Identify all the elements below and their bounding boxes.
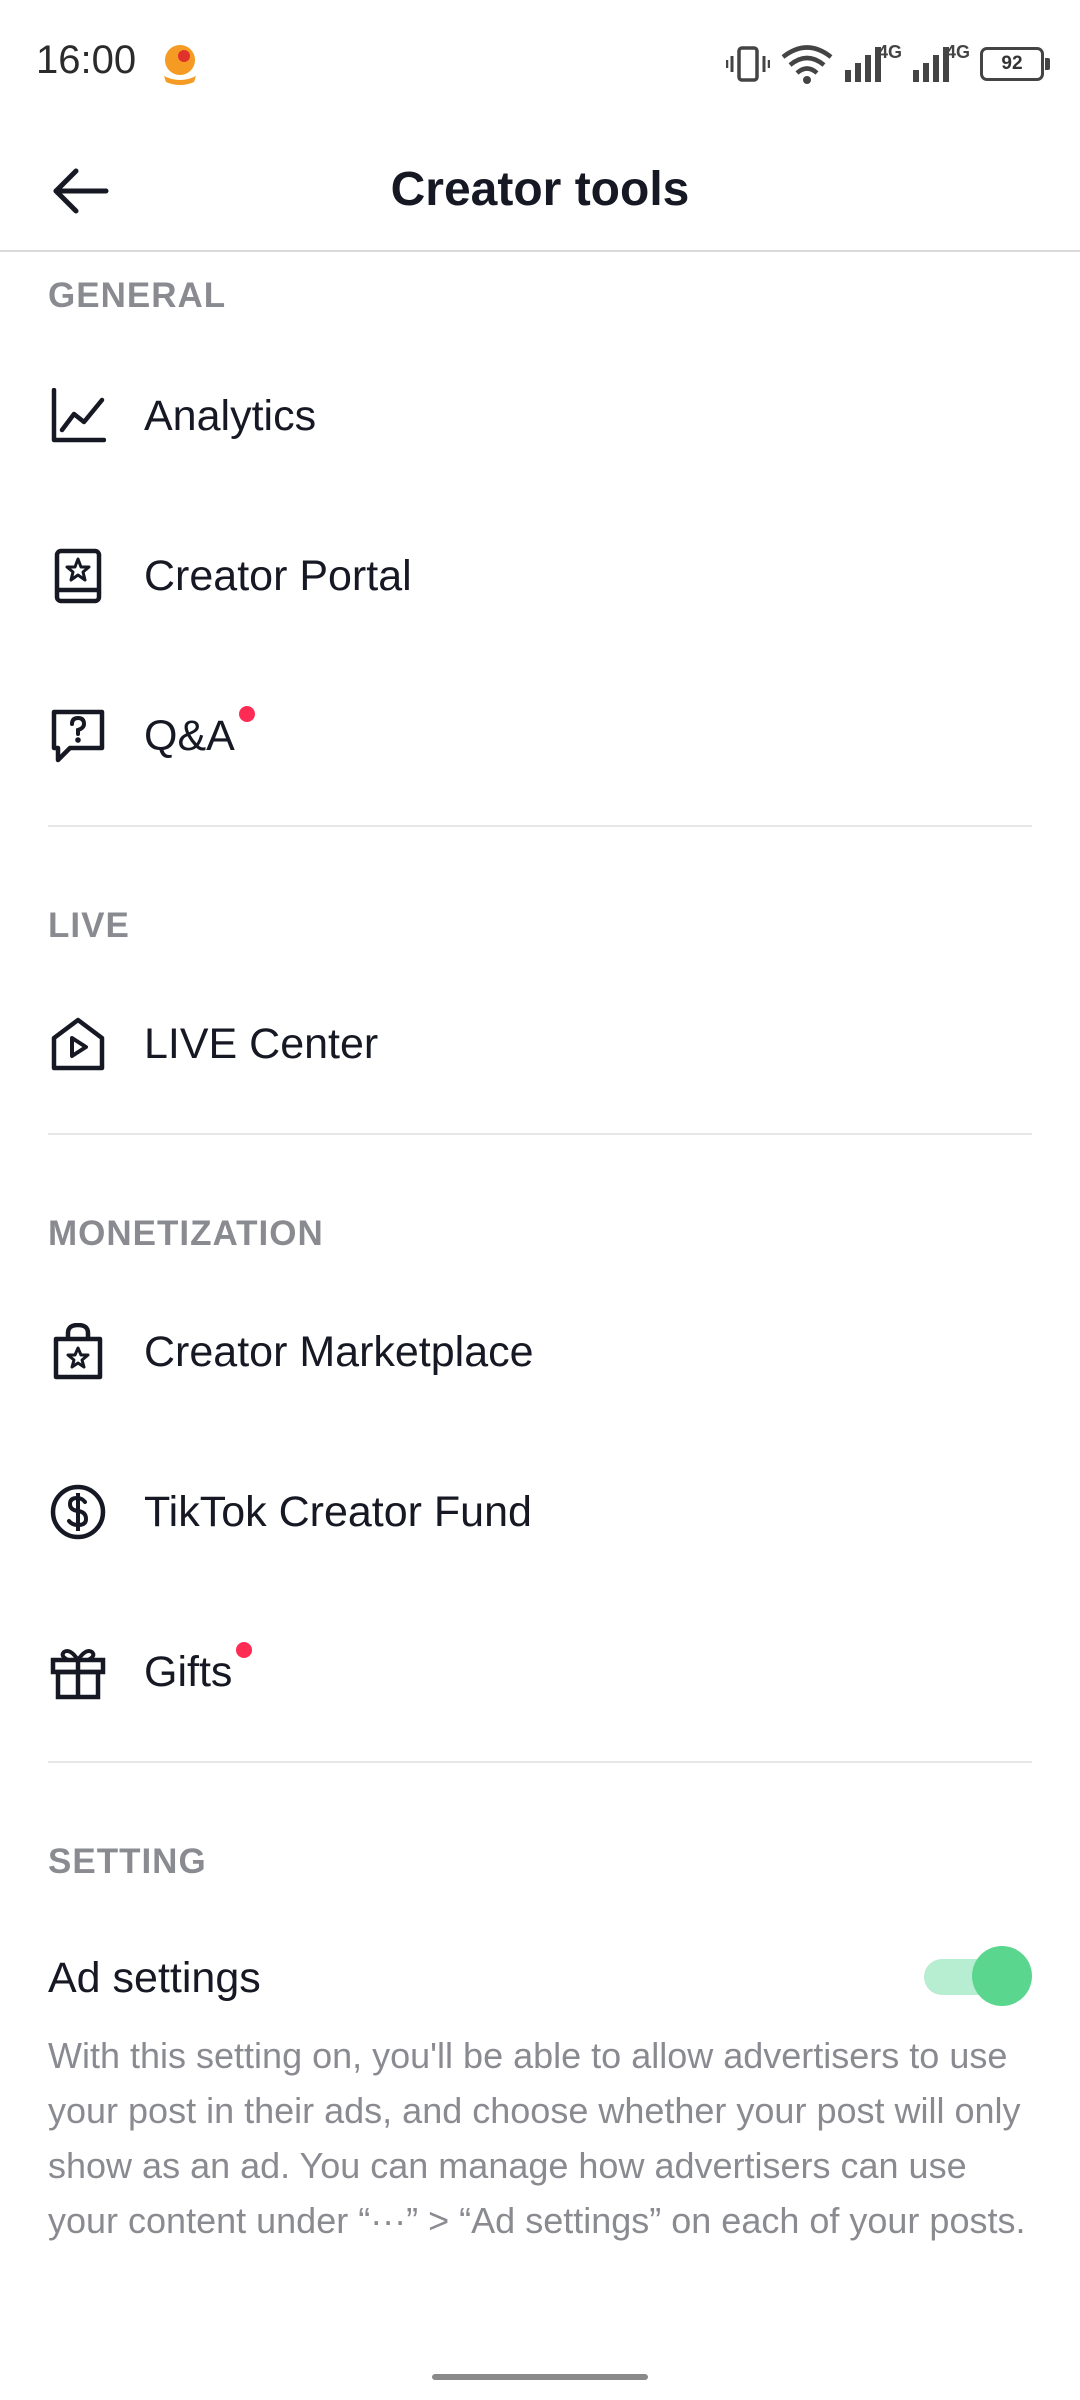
ad-settings-description: With this setting on, you'll be able to … <box>48 2035 1026 2241</box>
section-label-monetization: MONETIZATION <box>48 1214 324 1253</box>
menu-label: LIVE Center <box>144 1019 379 1068</box>
signal-icon-1: 4G <box>844 42 902 82</box>
wifi-icon <box>780 44 834 84</box>
ad-settings-toggle[interactable] <box>924 1944 1032 2006</box>
notification-emoji-icon <box>160 40 200 88</box>
question-bubble-icon <box>48 706 108 766</box>
notification-dot <box>236 1641 253 1658</box>
page-title: Creator tools <box>390 163 690 216</box>
menu-item-analytics[interactable]: Analytics <box>0 346 1080 486</box>
signal-icon-2: 4G <box>912 42 970 82</box>
section-label-general: GENERAL <box>48 276 227 315</box>
status-bar: 16:00 4G 4G 92 <box>0 0 1080 130</box>
live-home-icon <box>48 1014 108 1074</box>
home-indicator[interactable] <box>432 2374 648 2380</box>
book-star-icon <box>48 546 108 606</box>
header: Creator tools <box>0 130 1080 252</box>
status-time: 16:00 <box>36 38 137 82</box>
menu-item-creator-fund[interactable]: TikTok Creator Fund <box>0 1442 1080 1582</box>
gift-icon <box>48 1642 108 1702</box>
section-label-live: LIVE <box>48 906 130 945</box>
divider <box>48 1761 1032 1763</box>
dollar-circle-icon <box>48 1482 108 1542</box>
menu-label: Gifts <box>144 1641 253 1697</box>
ad-settings-label: Ad settings <box>48 1954 261 2002</box>
menu-item-creator-marketplace[interactable]: Creator Marketplace <box>0 1282 1080 1422</box>
menu-item-qa[interactable]: Q&A <box>0 666 1080 806</box>
menu-label: TikTok Creator Fund <box>144 1487 532 1536</box>
menu-item-gifts[interactable]: Gifts <box>0 1602 1080 1742</box>
status-icons: 4G 4G 92 <box>725 38 1050 90</box>
analytics-chart-icon <box>48 386 108 446</box>
network-type-label: 4G <box>877 42 902 62</box>
battery-level: 92 <box>1001 53 1023 74</box>
battery-icon: 92 <box>980 47 1050 81</box>
menu-item-live-center[interactable]: LIVE Center <box>0 974 1080 1114</box>
toggle-knob <box>972 1946 1032 2006</box>
divider <box>48 825 1032 827</box>
menu-label: Q&A <box>144 705 255 761</box>
menu-label: Creator Portal <box>144 551 412 600</box>
network-type-label: 4G <box>945 42 970 62</box>
menu-label: Analytics <box>144 391 317 440</box>
menu-label: Creator Marketplace <box>144 1327 534 1376</box>
menu-item-creator-portal[interactable]: Creator Portal <box>0 506 1080 646</box>
section-label-setting: SETTING <box>48 1842 207 1881</box>
shopping-bag-star-icon <box>48 1322 108 1382</box>
vibrate-icon <box>725 44 770 84</box>
divider <box>48 1133 1032 1135</box>
notification-dot <box>238 705 255 722</box>
